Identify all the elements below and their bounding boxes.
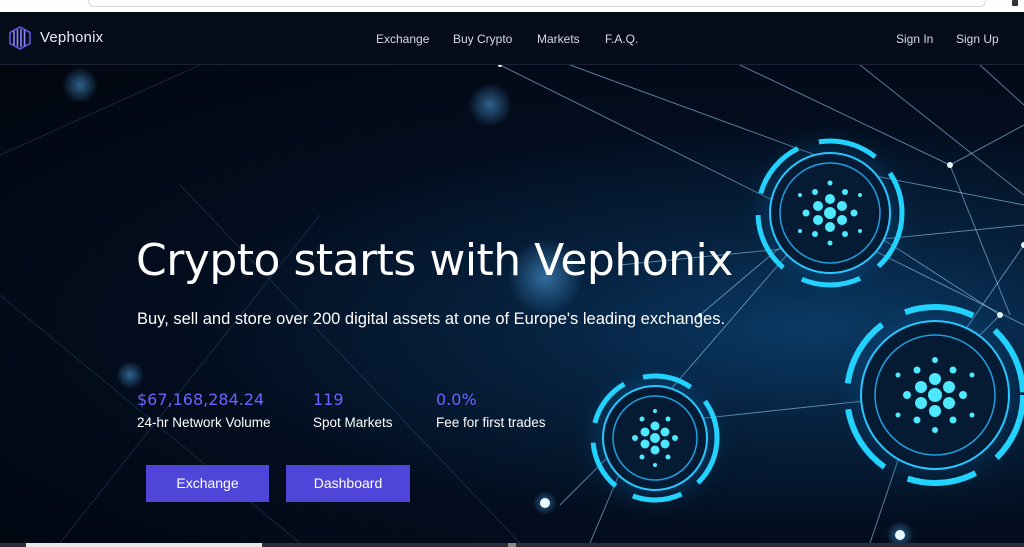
stat-value: 0.0% <box>436 390 477 409</box>
dashboard-button[interactable]: Dashboard <box>286 465 410 502</box>
stat-label: 24-hr Network Volume <box>137 415 271 430</box>
stat-spot-markets: 119 Spot Markets <box>313 390 393 430</box>
hero-section: Crypto starts with Vephonix Buy, sell an… <box>0 65 1024 543</box>
stat-value: 119 <box>313 390 344 409</box>
nav-faq-link[interactable]: F.A.Q. <box>605 32 638 46</box>
stat-label: Fee for first trades <box>436 415 546 430</box>
top-navbar: Vephonix Exchange Buy Crypto Markets F.A… <box>0 12 1024 65</box>
stat-value: $67,168,284.24 <box>137 390 265 409</box>
crypto-coin-graphic-bottom <box>570 353 740 523</box>
stat-label: Spot Markets <box>313 415 393 430</box>
browser-chrome-strip <box>0 0 1024 12</box>
sign-in-link[interactable]: Sign In <box>896 32 933 46</box>
stat-fee: 0.0% Fee for first trades <box>436 390 546 430</box>
crypto-coin-graphic-top <box>735 118 925 308</box>
bottom-bar-segment <box>508 543 516 547</box>
stat-network-volume: $67,168,284.24 24-hr Network Volume <box>137 390 271 430</box>
browser-address-bar[interactable] <box>88 0 986 7</box>
browser-menu-icon[interactable] <box>1012 0 1018 6</box>
nav-buy-crypto-link[interactable]: Buy Crypto <box>453 32 512 46</box>
hero-title: Crypto starts with Vephonix <box>136 235 733 286</box>
brand-name[interactable]: Vephonix <box>40 29 103 46</box>
nav-exchange-link[interactable]: Exchange <box>376 32 429 46</box>
sign-up-link[interactable]: Sign Up <box>956 32 999 46</box>
browser-bottom-strip <box>0 543 1024 547</box>
nav-markets-link[interactable]: Markets <box>537 32 580 46</box>
exchange-button[interactable]: Exchange <box>146 465 269 502</box>
hero-subtitle: Buy, sell and store over 200 digital ass… <box>137 310 726 328</box>
vephonix-logo-icon[interactable] <box>8 26 32 50</box>
bottom-bar-segment <box>26 543 262 547</box>
crypto-coin-graphic-right <box>825 285 1024 505</box>
